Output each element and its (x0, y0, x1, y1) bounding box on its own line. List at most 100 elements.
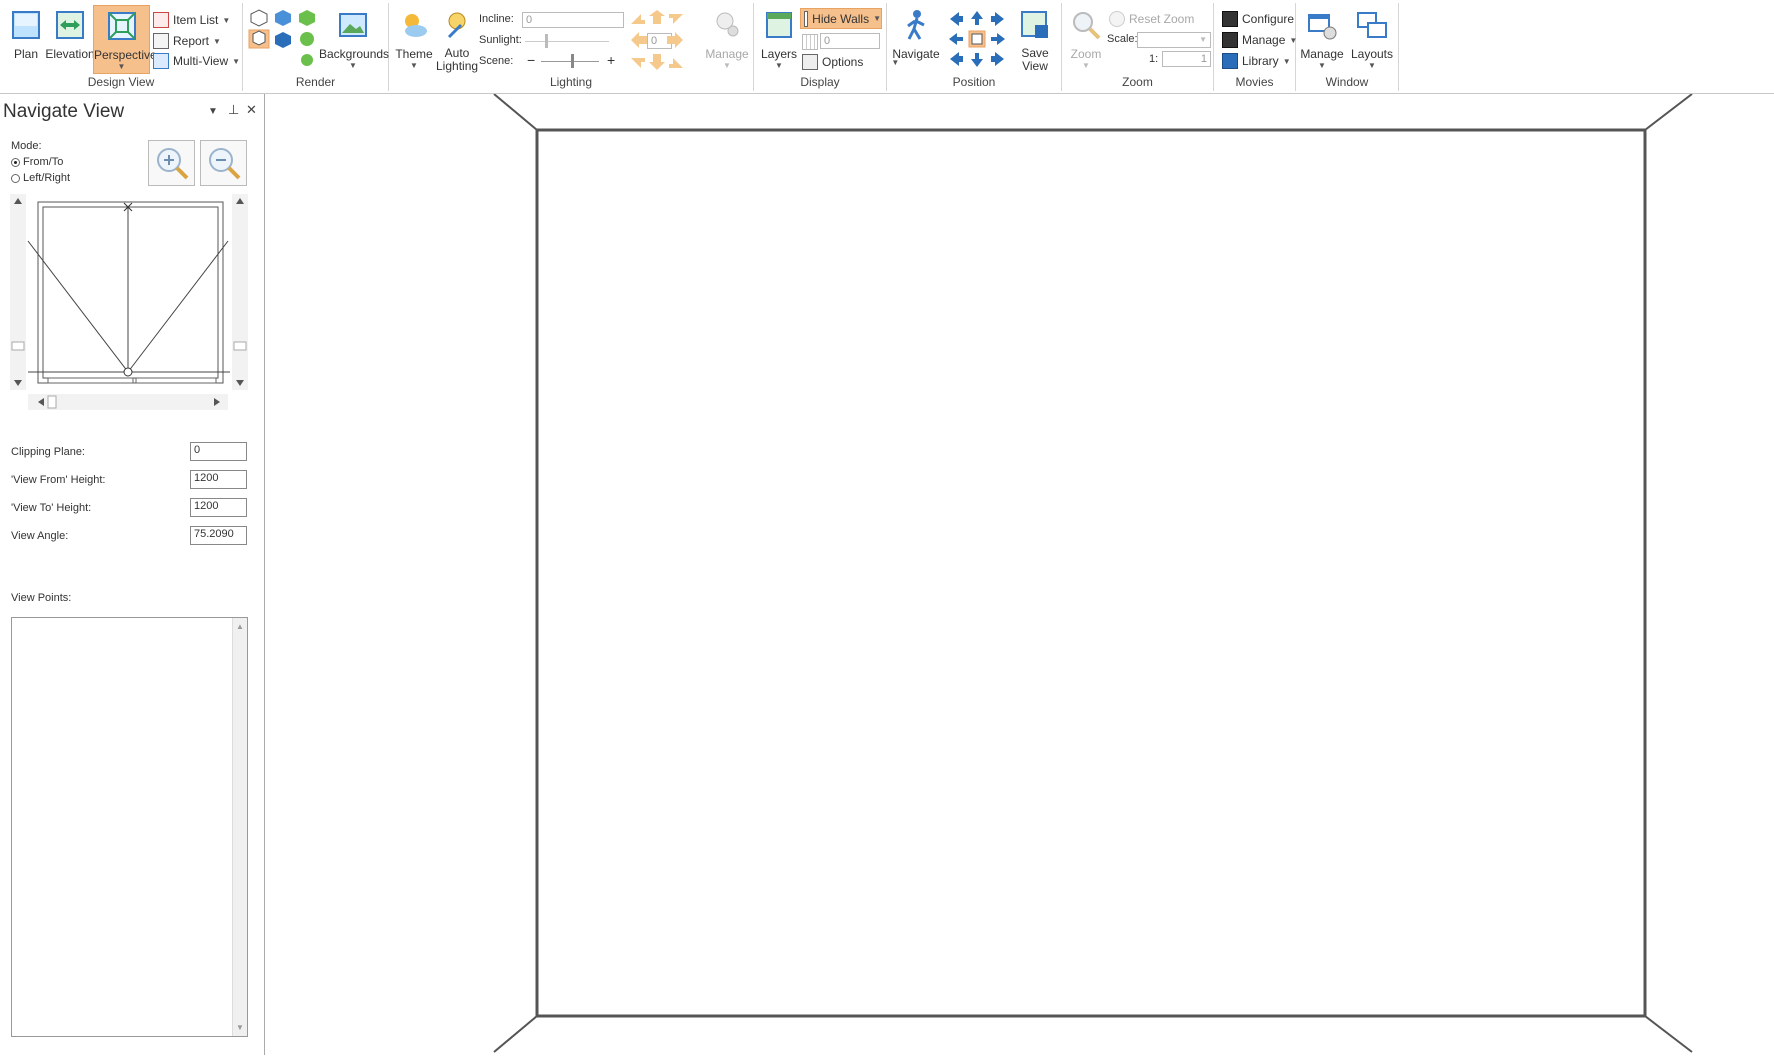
group-lighting: Theme ▼ Auto Lighting Incline: 0 Sunligh… (389, 3, 754, 91)
floor-edge-right (1644, 1015, 1693, 1053)
options-label: Options (822, 55, 864, 69)
sunlight-label: Sunlight: (479, 34, 522, 46)
navigate-view-pane: Navigate View ▼ ⊥ ✕ Mode: From/To Left/R… (0, 94, 265, 1055)
zoom-out-icon (209, 148, 241, 180)
theme-label: Theme (395, 47, 433, 61)
scale-label: Scale: (1107, 33, 1138, 45)
item-list-label: Item List (173, 13, 219, 27)
chevron-down-icon: ▼ (1282, 56, 1291, 66)
perspective-button[interactable]: Perspective ▼ (93, 5, 157, 74)
chevron-down-icon: ▼ (410, 61, 418, 70)
pin-icon[interactable]: ⊥ (228, 102, 239, 118)
minus-icon[interactable]: − (527, 52, 535, 68)
group-movies: Configure Manage ▼ Library ▼ Movies (1214, 3, 1297, 91)
plus-icon[interactable]: + (607, 52, 615, 68)
save-view-button[interactable]: Save View (1011, 5, 1059, 73)
grid-input[interactable]: 0 (820, 33, 880, 49)
zoom-label: Zoom (1070, 47, 1102, 61)
incline-input[interactable]: 0 (522, 12, 624, 28)
ribbon-toolbar: Plan Elevation Perspective ▼ Item List ▼… (0, 0, 1774, 94)
right-scrollbar (232, 194, 248, 390)
view-angle-input[interactable]: 75.2090 (190, 526, 247, 545)
group-title-movies: Movies (1235, 75, 1274, 89)
perspective-label: Perspective (94, 48, 157, 62)
configure-button[interactable]: Configure (1222, 10, 1294, 28)
view-points-scrollbar[interactable]: ▲ ▼ (232, 618, 247, 1036)
layers-button[interactable]: Layers ▼ (757, 5, 801, 71)
back-wall (535, 128, 1647, 1018)
window-manage-button[interactable]: Manage ▼ (1298, 5, 1346, 71)
green-cube-icon (299, 10, 315, 26)
zoom-out-button[interactable] (200, 140, 247, 186)
multi-view-icon (153, 53, 169, 69)
scroll-down-arrow-icon[interactable]: ▼ (236, 1023, 244, 1032)
bottom-scrollbar (28, 394, 228, 410)
scale-select[interactable]: ▼ (1137, 32, 1211, 48)
zoom-in-button[interactable] (148, 140, 195, 186)
backgrounds-label: Backgrounds (319, 47, 390, 61)
backgrounds-icon (339, 13, 367, 37)
radio-unselected-icon (11, 173, 20, 183)
options-button[interactable]: Options ▼ (802, 53, 899, 71)
group-window: Manage ▼ Layouts ▼ Window (1296, 3, 1399, 91)
hide-walls-button[interactable]: Hide Walls ▼ (800, 8, 882, 29)
view-angle-label: View Angle: (11, 530, 69, 542)
reset-zoom-button[interactable]: Reset Zoom (1109, 10, 1194, 28)
layers-icon (766, 12, 792, 38)
mode-from-to-radio[interactable]: From/To (11, 156, 63, 168)
perspective-icon (107, 12, 136, 40)
group-title-design-view: Design View (87, 75, 155, 89)
wireframe-icon (250, 9, 268, 27)
lighting-manage-label: Manage (705, 47, 749, 61)
chevron-down-icon: ▼ (873, 14, 881, 23)
lightbulb-gear-icon (716, 12, 739, 37)
magnifier-icon (1073, 12, 1101, 40)
report-button[interactable]: Report ▼ (153, 32, 221, 50)
sunlight-slider[interactable] (525, 41, 609, 42)
shaded-cube-icon (275, 10, 291, 26)
ratio-label: 1: (1149, 53, 1159, 65)
layouts-button[interactable]: Layouts ▼ (1347, 5, 1397, 71)
arrow-down-icon (971, 53, 983, 67)
clapperboard-icon (1222, 11, 1238, 27)
library-button[interactable]: Library ▼ (1222, 52, 1291, 70)
position-arrow-pad (949, 11, 1005, 67)
pane-menu-chevron-icon[interactable]: ▼ (208, 106, 218, 117)
sunlight-slider-thumb[interactable] (545, 34, 548, 48)
configure-label: Configure (1242, 12, 1295, 26)
group-title-window: Window (1325, 75, 1369, 89)
elevation-button[interactable]: Elevation (44, 5, 96, 71)
backgrounds-button[interactable]: Backgrounds ▼ (319, 5, 390, 71)
close-icon[interactable]: ✕ (246, 102, 257, 118)
theme-button[interactable]: Theme ▼ (392, 5, 436, 71)
view-to-height-input[interactable]: 1200 (190, 498, 247, 517)
item-list-button[interactable]: Item List ▼ (153, 11, 230, 29)
incline-label: Incline: (479, 13, 514, 25)
left-scrollbar (10, 194, 26, 390)
plus-green-icon (300, 32, 314, 46)
scroll-up-arrow-icon[interactable]: ▲ (236, 622, 244, 631)
view-from-height-label: 'View From' Height: (11, 474, 106, 486)
perspective-viewport[interactable] (266, 93, 1774, 1055)
group-display: Layers ▼ Hide Walls ▼ 0 Options ▼ Displa… (754, 3, 899, 91)
multi-view-button[interactable]: Multi-View ▼ (153, 52, 240, 70)
navigate-button[interactable]: Navigate (889, 5, 943, 71)
auto-lighting-button[interactable]: Auto Lighting (436, 5, 478, 73)
layers-label: Layers (760, 47, 798, 61)
render-mode-icons (248, 9, 315, 66)
movies-manage-button[interactable]: Manage ▼ (1222, 31, 1297, 49)
radio-selected-icon (11, 157, 20, 167)
clipping-plane-input[interactable]: 0 (190, 442, 247, 461)
ratio-input[interactable]: 1 (1162, 51, 1211, 67)
lighting-manage-button[interactable]: Manage ▼ (702, 5, 752, 71)
walking-person-icon (907, 10, 925, 40)
group-title-position: Position (952, 75, 996, 89)
mode-left-right-radio[interactable]: Left/Right (11, 172, 70, 184)
view-points-list[interactable]: ▲ ▼ (11, 617, 248, 1037)
scene-slider-thumb[interactable] (571, 54, 574, 68)
zoom-button[interactable]: Zoom ▼ (1064, 5, 1108, 71)
view-from-height-input[interactable]: 1200 (190, 470, 247, 489)
navigation-mini-map[interactable] (10, 194, 248, 512)
scene-slider[interactable] (541, 61, 599, 62)
ceiling-edge-right (1644, 93, 1693, 131)
